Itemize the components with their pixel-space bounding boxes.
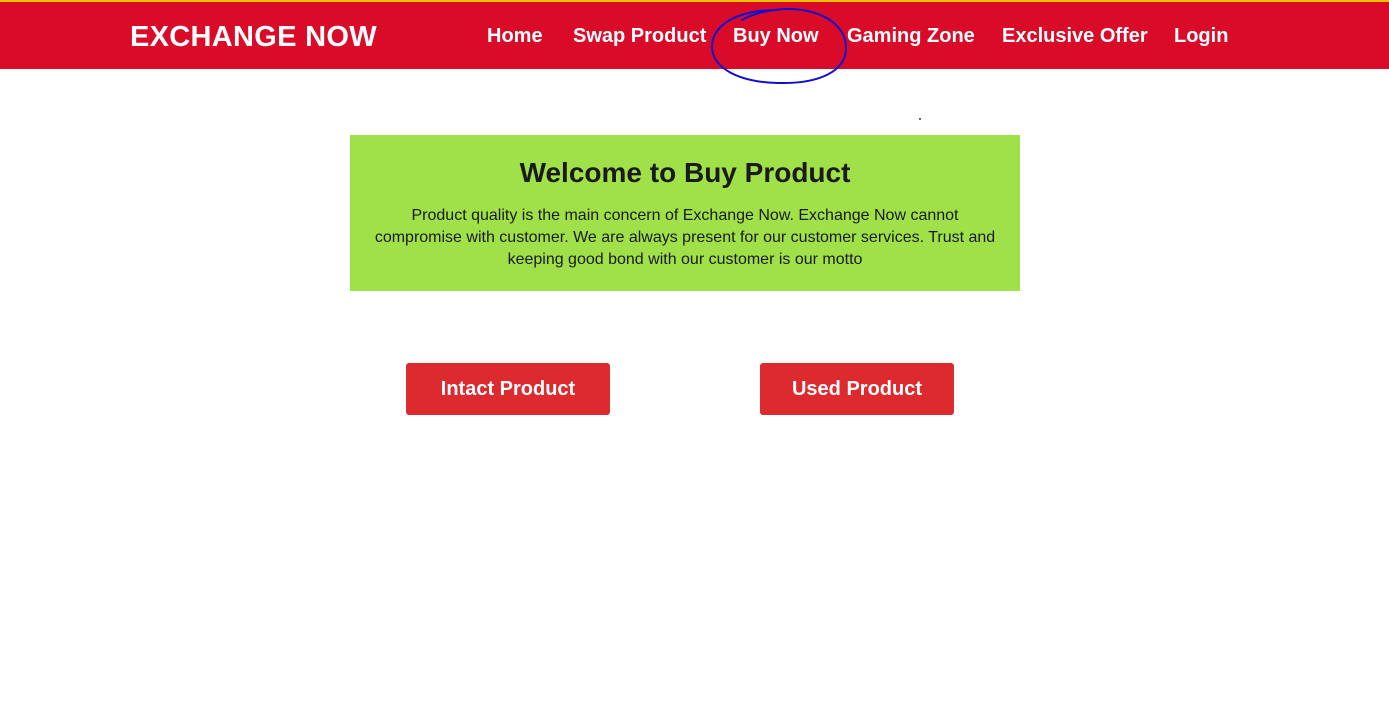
page: EXCHANGE NOW Home Swap Product Buy Now G… bbox=[0, 0, 1389, 726]
brand-logo-text[interactable]: EXCHANGE NOW bbox=[130, 17, 377, 57]
intact-product-button[interactable]: Intact Product bbox=[406, 363, 610, 415]
welcome-title: Welcome to Buy Product bbox=[519, 157, 851, 188]
stray-dot bbox=[919, 118, 921, 120]
nav-gaming-zone-link[interactable]: Gaming Zone bbox=[847, 19, 975, 53]
welcome-description: Product quality is the main concern of E… bbox=[374, 207, 996, 268]
welcome-banner: Welcome to Buy Product Product quality i… bbox=[350, 135, 1020, 291]
nav-login-link[interactable]: Login bbox=[1174, 19, 1228, 53]
nav-buy-now-link[interactable]: Buy Now bbox=[733, 19, 819, 53]
nav-swap-product-link[interactable]: Swap Product bbox=[573, 19, 706, 53]
top-navbar: EXCHANGE NOW Home Swap Product Buy Now G… bbox=[0, 0, 1389, 69]
used-product-button[interactable]: Used Product bbox=[760, 363, 954, 415]
nav-home-link[interactable]: Home bbox=[487, 19, 543, 53]
nav-exclusive-offer-link[interactable]: Exclusive Offer bbox=[1002, 19, 1148, 53]
